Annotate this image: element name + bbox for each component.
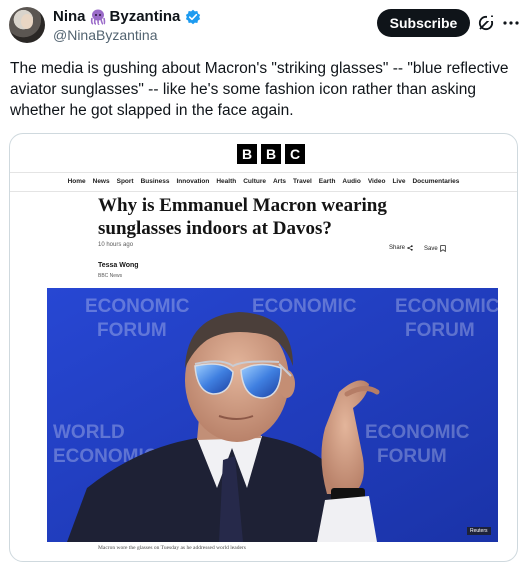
photo-caption: Macron wore the glasses on Tuesday as he…: [98, 545, 246, 551]
grok-icon[interactable]: [477, 14, 495, 32]
article-headline: Why is Emmanuel Macron wearing sunglasse…: [98, 195, 387, 239]
nav-item-video: Video: [367, 178, 386, 185]
display-name-suffix[interactable]: Byzantina: [110, 8, 181, 25]
avatar[interactable]: [9, 7, 45, 43]
backdrop-text: FORUM: [377, 446, 447, 467]
backdrop-text: FORUM: [405, 320, 475, 341]
octopus-emoji-icon: [90, 9, 105, 25]
avatar-face: [21, 14, 33, 29]
share-icon: [407, 245, 413, 251]
article-outlet: BBC News: [98, 273, 123, 279]
nav-item-arts: Arts: [272, 178, 286, 185]
nav-item-documentaries: Documentaries: [412, 178, 460, 185]
article-photo: ECONOMIC FORUM WORLD ECONOMIC ECONOMIC E…: [47, 288, 498, 542]
nav-item-news: News: [92, 178, 110, 185]
nav-item-earth: Earth: [318, 178, 336, 185]
nav-item-live: Live: [392, 178, 406, 185]
bbc-logo: B B C: [237, 144, 305, 164]
backdrop-text: FORUM: [97, 320, 167, 341]
bbc-nav: Home News Sport Business Innovation Heal…: [10, 178, 517, 185]
nav-item-travel: Travel: [293, 178, 312, 185]
author-name-row[interactable]: Nina Byzantina: [53, 8, 201, 25]
nav-item-health: Health: [216, 178, 237, 185]
subscribe-button[interactable]: Subscribe: [377, 9, 470, 37]
share-label: Share: [389, 245, 406, 251]
bookmark-icon: [439, 245, 446, 252]
photo-credit: Reuters: [467, 527, 491, 535]
article-author: Tessa Wong: [98, 262, 139, 269]
nav-divider-top: [10, 172, 517, 173]
bbc-logo-letter: C: [285, 144, 305, 164]
bbc-logo-letter: B: [237, 144, 257, 164]
nav-item-audio: Audio: [342, 178, 361, 185]
nav-item-sport: Sport: [116, 178, 134, 185]
nav-item-culture: Culture: [243, 178, 266, 185]
verified-badge-icon: [186, 9, 201, 24]
backdrop-text: WORLD: [53, 422, 125, 443]
handle[interactable]: @NinaByzantina: [53, 27, 158, 43]
backdrop-text: ECONOMIC: [395, 296, 498, 317]
save-control: Save: [424, 245, 446, 252]
backdrop-text: ECONOMIC: [85, 296, 190, 317]
bbc-logo-letter: B: [261, 144, 281, 164]
tweet-text: The media is gushing about Macron's "str…: [10, 60, 509, 119]
backdrop-text: ECONOMIC: [365, 422, 470, 443]
nav-divider-bottom: [10, 191, 517, 192]
more-icon[interactable]: [502, 14, 520, 32]
nav-item-innovation: Innovation: [176, 178, 210, 185]
tweet-media[interactable]: B B C Home News Sport Business Innovatio…: [9, 133, 518, 562]
share-control: Share: [389, 245, 413, 251]
nav-item-home: Home: [67, 178, 86, 185]
display-name[interactable]: Nina: [53, 8, 86, 25]
save-label: Save: [424, 245, 438, 252]
backdrop-text: ECONOMIC: [252, 296, 357, 317]
article-timestamp: 10 hours ago: [98, 242, 134, 248]
macron-photo: ECONOMIC FORUM WORLD ECONOMIC ECONOMIC E…: [47, 288, 498, 542]
nav-item-business: Business: [140, 178, 170, 185]
